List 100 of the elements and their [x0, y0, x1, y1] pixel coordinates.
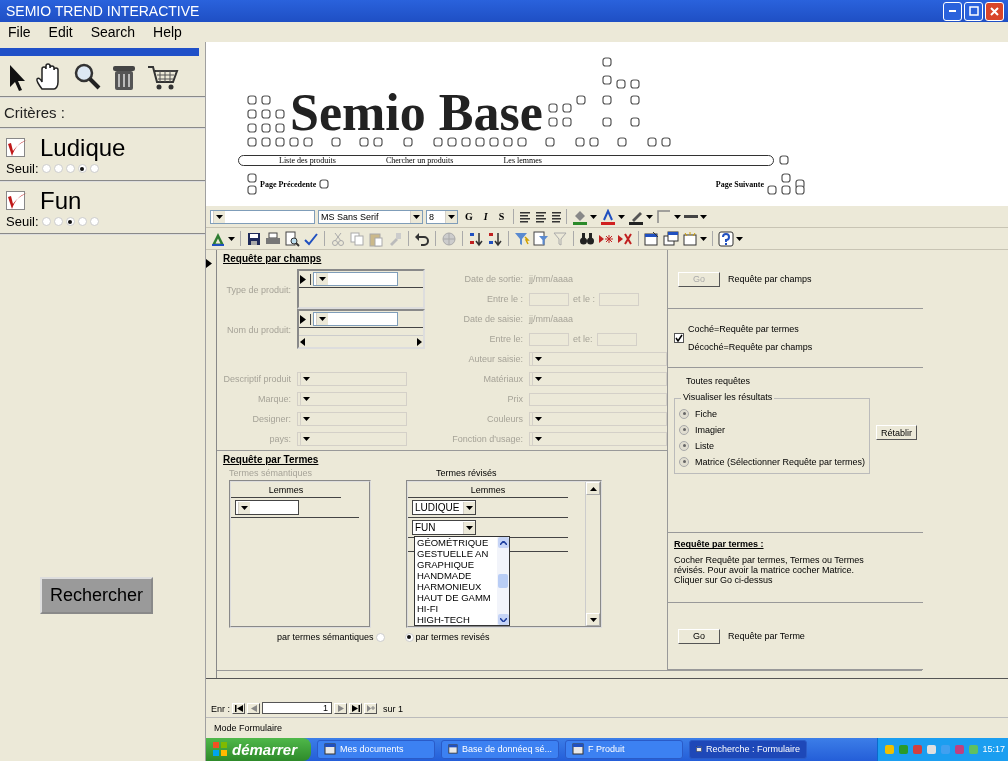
record-number-field[interactable]: 1: [262, 702, 332, 715]
list-option[interactable]: GRAPHIQUE: [417, 559, 497, 571]
list-option[interactable]: HIGH-TECH: [417, 614, 497, 626]
format-button[interactable]: G: [461, 211, 477, 223]
dropdown-button[interactable]: [316, 273, 328, 286]
radio-button[interactable]: [65, 217, 75, 226]
dropdown-button[interactable]: [656, 208, 682, 225]
funnel-form-icon[interactable]: [533, 230, 549, 247]
printer-icon[interactable]: [265, 230, 281, 247]
format-button[interactable]: S: [494, 211, 509, 223]
scroll-left-icon[interactable]: [299, 337, 307, 346]
scroll-right-icon[interactable]: [415, 337, 423, 346]
format-button[interactable]: I: [479, 211, 492, 223]
sort-descending-icon[interactable]: [487, 230, 503, 247]
previous-record-button[interactable]: [247, 703, 260, 715]
taskbar-button[interactable]: Base de donnéeq sé...: [441, 740, 560, 759]
horizontal-scrollbar[interactable]: [299, 335, 423, 348]
radio-button[interactable]: [41, 164, 51, 173]
nav-link[interactable]: Les lemmes: [503, 155, 542, 165]
dropdown-button[interactable]: [213, 210, 225, 223]
size-combo[interactable]: 8: [426, 209, 458, 224]
dropdown-button[interactable]: [684, 214, 708, 219]
radio-button[interactable]: [89, 164, 99, 173]
dropdown-button[interactable]: [300, 393, 312, 406]
new-record-button[interactable]: [364, 703, 377, 715]
radio-button[interactable]: [679, 424, 689, 435]
radio-button[interactable]: [41, 217, 51, 226]
next-record-button[interactable]: [334, 703, 347, 715]
radio-button[interactable]: [89, 217, 99, 226]
first-record-button[interactable]: [232, 703, 245, 715]
dropdown-button[interactable]: [445, 210, 457, 223]
dropdown-button[interactable]: [316, 313, 328, 326]
dropdown-button[interactable]: [532, 373, 544, 386]
date-field[interactable]: [529, 292, 569, 306]
magnifier-icon[interactable]: [72, 62, 102, 92]
dropdown-button[interactable]: [682, 230, 707, 247]
combo-box[interactable]: FUN: [412, 520, 476, 536]
price-field[interactable]: [529, 392, 667, 406]
nav-link[interactable]: Chercher un produits: [385, 155, 454, 165]
align-left-icon[interactable]: [519, 210, 532, 223]
vertical-scrollbar[interactable]: [585, 482, 600, 627]
list-option[interactable]: HAUT DE GAMM: [417, 592, 497, 604]
print-preview-icon[interactable]: [284, 230, 300, 247]
radio-button[interactable]: [679, 440, 689, 451]
font-combo[interactable]: MS Sans Serif: [318, 209, 423, 224]
align-right-icon[interactable]: [549, 210, 562, 223]
radio-button[interactable]: [404, 632, 414, 642]
combo-box[interactable]: LUDIQUE: [412, 500, 476, 516]
radio-button[interactable]: [77, 217, 87, 226]
scrollbar-thumb[interactable]: [498, 574, 508, 589]
menu-item[interactable]: Search: [82, 24, 146, 40]
minimize-button[interactable]: [943, 1, 962, 21]
radio-button[interactable]: [65, 164, 75, 173]
dropdown-button[interactable]: [572, 208, 598, 225]
list-option[interactable]: HI-FI: [417, 603, 497, 615]
clipboard-icon[interactable]: [368, 230, 384, 247]
list-option[interactable]: HANDMADE: [417, 570, 497, 582]
dropdown-button[interactable]: [300, 433, 312, 446]
nav-link[interactable]: Liste des produits: [279, 155, 336, 165]
taskbar-button[interactable]: F Produit: [565, 740, 684, 759]
go-button[interactable]: Go: [678, 628, 720, 644]
taskbar-button[interactable]: Recherche : Formulaire: [689, 740, 808, 759]
dropdown-button[interactable]: [532, 353, 544, 366]
dropdown-button[interactable]: [238, 501, 250, 514]
radio-button[interactable]: [53, 164, 63, 173]
checkbox[interactable]: [6, 138, 28, 158]
list-option[interactable]: GÉOMÉTRIQUE: [417, 537, 497, 549]
previous-page-link[interactable]: Page Précedente: [260, 179, 317, 189]
windows-stack-icon[interactable]: [663, 230, 679, 247]
checkbox[interactable]: [674, 332, 684, 343]
align-center-icon[interactable]: [534, 210, 547, 223]
scroll-down-icon[interactable]: [499, 617, 507, 622]
scroll-up-icon[interactable]: [499, 540, 507, 545]
radio-button[interactable]: [77, 164, 87, 173]
dropdown-button[interactable]: [532, 433, 544, 446]
dropdown-button[interactable]: [532, 413, 544, 426]
search-button[interactable]: Rechercher: [40, 577, 154, 614]
vertical-scrollbar[interactable]: [497, 537, 509, 626]
menu-item[interactable]: File: [0, 24, 41, 40]
next-page-link[interactable]: Page Suivante: [715, 179, 764, 189]
dropdown-button[interactable]: [463, 521, 475, 534]
scroll-down-icon[interactable]: [589, 617, 597, 622]
menu-item[interactable]: Help: [145, 24, 192, 40]
last-record-button[interactable]: [349, 703, 362, 715]
checkbox[interactable]: [6, 191, 28, 211]
radio-button[interactable]: [53, 217, 63, 226]
maximize-button[interactable]: [964, 1, 983, 21]
date-field[interactable]: [599, 292, 639, 306]
radio-button[interactable]: [679, 408, 689, 419]
binoculars-icon[interactable]: [579, 230, 595, 247]
radio-button[interactable]: [679, 456, 689, 467]
combo-box[interactable]: [235, 500, 299, 516]
date-field[interactable]: [596, 332, 637, 346]
dropdown-button[interactable]: [600, 208, 626, 225]
dropdown-button[interactable]: [300, 413, 312, 426]
reset-button[interactable]: Rétablir: [876, 425, 917, 441]
dropdown-button[interactable]: [463, 501, 475, 514]
dropdown-button[interactable]: [410, 210, 422, 223]
list-option[interactable]: GESTUELLE AN: [417, 548, 497, 560]
dropdown-button[interactable]: [300, 373, 312, 386]
